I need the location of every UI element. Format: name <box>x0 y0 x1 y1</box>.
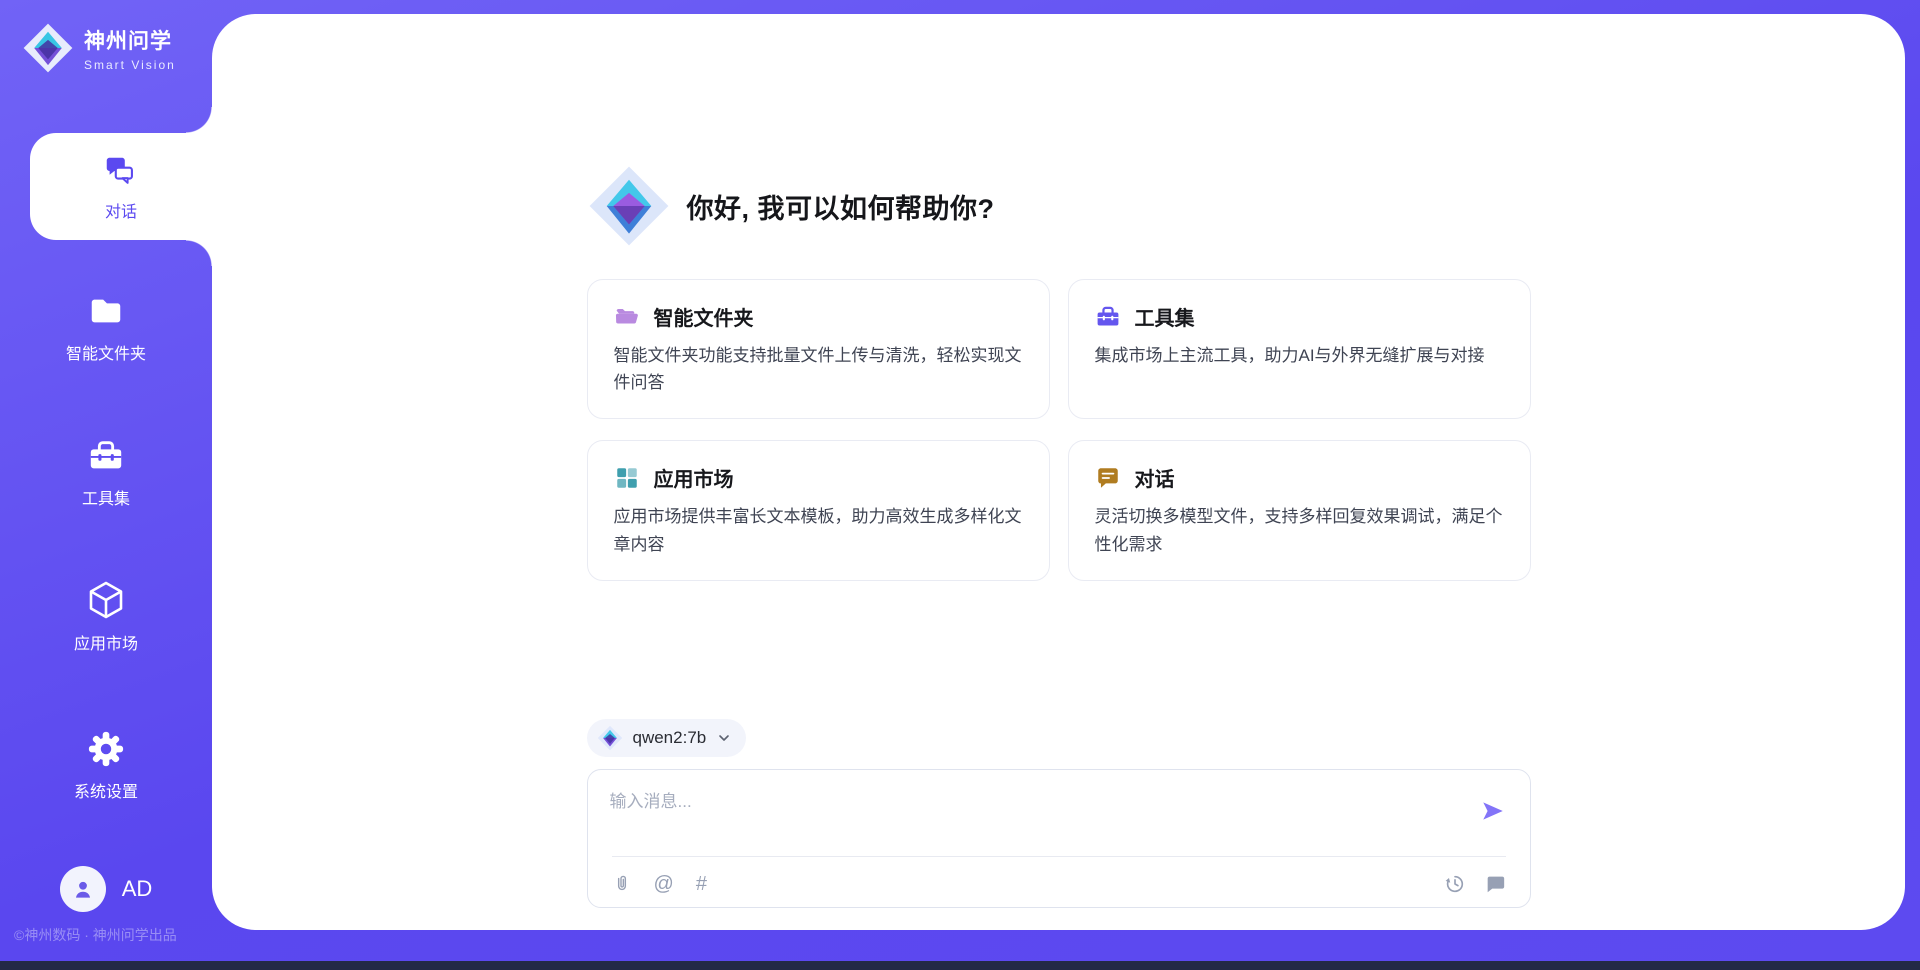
card-description: 智能文件夹功能支持批量文件上传与清洗，轻松实现文件问答 <box>614 342 1023 396</box>
feature-cards: 智能文件夹 智能文件夹功能支持批量文件上传与清洗，轻松实现文件问答 <box>587 279 1531 581</box>
sidebar-item-toolset[interactable]: 工具集 <box>0 437 212 509</box>
card-chat[interactable]: 对话 灵活切换多模型文件，支持多样回复效果调试，满足个性化需求 <box>1068 440 1531 580</box>
sidebar-item-label: 智能文件夹 <box>66 340 146 364</box>
sidebar-item-label: 应用市场 <box>74 630 138 654</box>
brand-subtitle: Smart Vision <box>84 58 176 72</box>
cube-icon <box>86 580 126 620</box>
model-selector[interactable]: qwen2:7b <box>587 719 747 757</box>
copyright-text: ©神州数码 · 神州问学出品 <box>14 925 177 945</box>
card-title: 对话 <box>1135 463 1175 492</box>
card-toolset[interactable]: 工具集 集成市场上主流工具，助力AI与外界无缝扩展与对接 <box>1068 279 1531 419</box>
gear-icon <box>87 730 125 768</box>
message-composer: @ # <box>587 769 1531 908</box>
attach-icon[interactable] <box>612 872 632 896</box>
card-title: 智能文件夹 <box>654 302 754 331</box>
card-description: 集成市场上主流工具，助力AI与外界无缝扩展与对接 <box>1095 342 1504 369</box>
model-diamond-icon <box>597 725 623 751</box>
mention-icon[interactable]: @ <box>654 874 674 894</box>
briefcase-icon <box>1095 304 1121 330</box>
sidebar-item-smart-folder[interactable]: 智能文件夹 <box>0 292 212 364</box>
sidebar-item-settings[interactable]: 系统设置 <box>0 730 212 802</box>
history-icon[interactable] <box>1444 873 1466 895</box>
user-account[interactable]: AD <box>0 866 212 912</box>
sidebar-item-label: 对话 <box>105 198 137 222</box>
chat-square-icon <box>1095 465 1121 491</box>
avatar <box>60 866 106 912</box>
brand-name: 神州问学 <box>84 25 176 55</box>
folder-open-icon <box>614 304 640 330</box>
brand-logo: 神州问学 Smart Vision <box>22 22 176 74</box>
sidebar-item-label: 系统设置 <box>74 778 138 802</box>
model-name: qwen2:7b <box>633 728 707 748</box>
grid-icon <box>614 465 640 491</box>
card-description: 应用市场提供丰富长文本模板，助力高效生成多样化文章内容 <box>614 503 1023 557</box>
main-panel: 你好, 我可以如何帮助你? 智能文件夹 智能文件夹功能支持批量文件上传与清洗，轻… <box>212 14 1905 930</box>
folder-icon <box>87 292 125 330</box>
greeting-title: 你好, 我可以如何帮助你? <box>687 187 995 226</box>
send-icon[interactable] <box>1480 798 1506 824</box>
comment-icon[interactable] <box>1484 873 1506 895</box>
card-smart-folder[interactable]: 智能文件夹 智能文件夹功能支持批量文件上传与清洗，轻松实现文件问答 <box>587 279 1050 419</box>
card-app-market[interactable]: 应用市场 应用市场提供丰富长文本模板，助力高效生成多样化文章内容 <box>587 440 1050 580</box>
message-input[interactable] <box>610 784 1460 820</box>
sidebar-item-chat[interactable]: 对话 <box>30 133 212 240</box>
user-name: AD <box>122 876 153 902</box>
sidebar: 神州问学 Smart Vision 对话 智能文件夹 <box>0 0 212 961</box>
topic-icon[interactable]: # <box>696 874 707 894</box>
greeting-header: 你好, 我可以如何帮助你? <box>587 164 1531 248</box>
sidebar-item-label: 工具集 <box>82 485 130 509</box>
composer-divider <box>612 856 1506 857</box>
sidebar-item-app-market[interactable]: 应用市场 <box>0 580 212 654</box>
chevron-down-icon <box>716 730 732 746</box>
card-title: 工具集 <box>1135 302 1195 331</box>
assistant-diamond-icon <box>587 164 671 248</box>
chat-bubbles-icon <box>102 152 140 190</box>
bottom-edge-strip <box>0 961 1920 970</box>
card-description: 灵活切换多模型文件，支持多样回复效果调试，满足个性化需求 <box>1095 503 1504 557</box>
brand-diamond-icon <box>22 22 74 74</box>
toolbox-icon <box>87 437 125 475</box>
card-title: 应用市场 <box>654 463 734 492</box>
composer-toolbar: @ # <box>612 866 1506 902</box>
